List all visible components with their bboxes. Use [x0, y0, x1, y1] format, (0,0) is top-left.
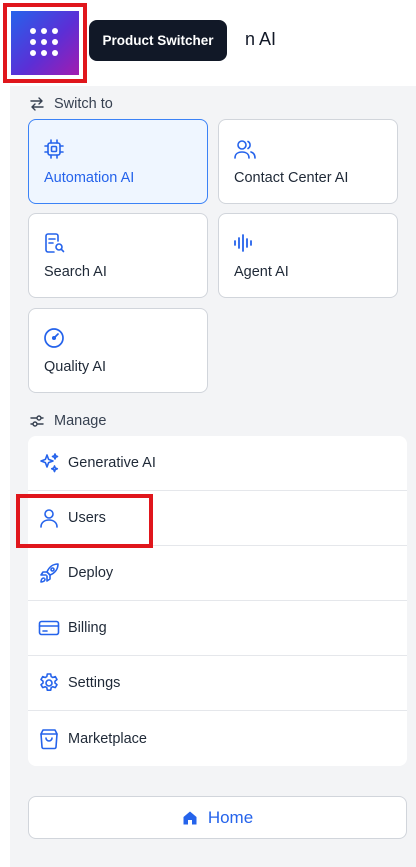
product-card-quality-ai[interactable]: Quality AI [28, 308, 208, 393]
manage-item-billing[interactable]: Billing [28, 601, 407, 656]
manage-item-deploy[interactable]: Deploy [28, 546, 407, 601]
manage-item-label: Settings [68, 675, 121, 691]
shopping-bag-icon [40, 728, 58, 749]
manage-item-generative-ai[interactable]: Generative AI [28, 436, 407, 491]
sparkles-icon [40, 453, 59, 473]
manage-item-label: Marketplace [68, 730, 147, 747]
home-label: Home [207, 807, 254, 827]
manage-item-label: Generative AI [68, 455, 156, 471]
switch-to-header: Switch to [30, 96, 113, 112]
top-bar: n AI Product Switcher [0, 0, 416, 86]
document-search-icon [45, 233, 65, 253]
product-card-label: Contact Center AI [234, 170, 349, 186]
gear-icon [40, 673, 58, 691]
sliders-icon [30, 415, 44, 427]
home-button[interactable]: Home [28, 796, 407, 839]
product-switcher-tooltip: Product Switcher [89, 20, 227, 61]
manage-header: Manage [30, 413, 106, 429]
product-card-label: Agent AI [234, 264, 289, 280]
product-card-label: Search AI [44, 264, 107, 280]
product-card-search-ai[interactable]: Search AI [28, 213, 208, 298]
chip-icon [44, 139, 64, 159]
manage-item-label: Billing [68, 620, 107, 636]
product-card-label: Quality AI [44, 359, 107, 375]
product-card-agent-ai[interactable]: Agent AI [218, 213, 398, 298]
home-icon [183, 811, 197, 824]
credit-card-icon [38, 620, 60, 636]
product-switcher-button[interactable] [3, 3, 87, 83]
product-card-contact-center-ai[interactable]: Contact Center AI [218, 119, 398, 204]
swap-arrows-icon [30, 97, 44, 111]
product-card-label: Automation AI [44, 170, 135, 186]
gauge-icon [44, 328, 64, 348]
grid-dots-icon [30, 28, 58, 56]
manage-list: Generative AI Users Deploy Billing Setti… [28, 436, 407, 766]
product-card-automation-ai[interactable]: Automation AI [28, 119, 208, 204]
manage-item-label: Deploy [68, 565, 114, 581]
rocket-icon [40, 563, 59, 583]
manage-item-settings[interactable]: Settings [28, 656, 407, 711]
audio-wave-icon [234, 234, 252, 252]
users-icon [234, 140, 256, 159]
manage-label: Manage [54, 413, 107, 429]
switch-to-label: Switch to [54, 96, 113, 112]
users-highlight-box [16, 494, 153, 548]
manage-item-marketplace[interactable]: Marketplace [28, 711, 407, 766]
